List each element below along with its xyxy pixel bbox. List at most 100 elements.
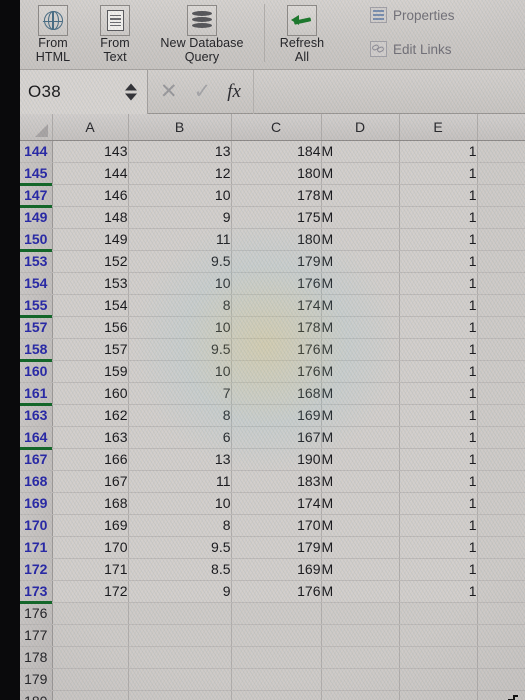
grid-cell[interactable]: 9.5 — [128, 250, 232, 273]
column-header-e[interactable]: E — [399, 114, 478, 141]
grid-cell[interactable]: 1 — [399, 228, 478, 251]
grid-cell[interactable]: 1 — [399, 250, 478, 273]
grid-cell[interactable]: 175 — [231, 206, 322, 229]
grid-cell[interactable]: 1 — [399, 492, 478, 515]
grid-cell[interactable]: M — [321, 316, 400, 339]
grid-cell[interactable] — [231, 690, 322, 700]
table-row[interactable]: 172 171 8.5 169 M 1 — [20, 558, 525, 581]
grid-cell[interactable]: 159 — [52, 360, 129, 383]
formula-input[interactable] — [252, 69, 525, 114]
grid-cell[interactable]: 176 — [231, 272, 322, 295]
row-header[interactable]: 147 — [20, 182, 53, 207]
table-row[interactable]: 170 169 8 170 M 1 — [20, 514, 525, 537]
row-header[interactable]: 149 — [20, 204, 53, 229]
grid-cell[interactable] — [399, 668, 478, 691]
row-header[interactable]: 155 — [20, 294, 53, 317]
grid-cell[interactable] — [399, 624, 478, 647]
grid-cell[interactable]: 13 — [128, 140, 232, 163]
grid-cell[interactable]: 156 — [52, 316, 129, 339]
grid-cell[interactable]: 176 — [231, 360, 322, 383]
row-header[interactable]: 169 — [20, 492, 53, 515]
grid-cell[interactable]: 148 — [52, 206, 129, 229]
grid-cell[interactable]: M — [321, 426, 400, 449]
row-header[interactable]: 168 — [20, 470, 53, 493]
grid-cell[interactable]: M — [321, 580, 400, 603]
grid-cell[interactable]: 9.5 — [128, 536, 232, 559]
row-header[interactable]: 160 — [20, 358, 53, 383]
table-row[interactable]: 157 156 10 178 M 1 — [20, 314, 525, 339]
grid-cell[interactable]: 180 — [231, 162, 322, 185]
grid-cell[interactable]: 176 — [231, 338, 322, 361]
grid-cell[interactable]: 1 — [399, 470, 478, 493]
grid-cell[interactable]: 1 — [399, 162, 478, 185]
row-header[interactable]: 180 — [20, 690, 53, 700]
grid-cell[interactable]: 143 — [52, 140, 129, 163]
grid-cell[interactable]: M — [321, 448, 400, 471]
row-header[interactable]: 158 — [20, 338, 53, 361]
grid-cell[interactable] — [477, 624, 525, 647]
grid-cell[interactable] — [477, 162, 525, 185]
grid-cell[interactable]: 160 — [52, 382, 129, 405]
grid-cell[interactable]: 1 — [399, 206, 478, 229]
grid-cell[interactable]: 178 — [231, 316, 322, 339]
enter-check-icon[interactable]: ✓ — [194, 81, 212, 102]
grid-cell[interactable]: 184 — [231, 140, 322, 163]
column-header-b[interactable]: B — [128, 114, 232, 141]
grid-cell[interactable]: 178 — [231, 184, 322, 207]
grid-cell[interactable] — [477, 184, 525, 207]
grid-cell[interactable]: 1 — [399, 448, 478, 471]
grid-cell[interactable]: M — [321, 140, 400, 163]
table-row[interactable]: 169 168 10 174 M 1 — [20, 492, 525, 515]
grid-cell[interactable] — [321, 690, 400, 700]
table-row[interactable]: 154 153 10 176 M 1 — [20, 272, 525, 295]
row-header[interactable]: 171 — [20, 536, 53, 559]
table-row[interactable]: 164 163 6 167 M 1 — [20, 426, 525, 449]
grid-cell[interactable] — [128, 624, 232, 647]
column-header-c[interactable]: C — [231, 114, 322, 141]
grid-cell[interactable] — [128, 602, 232, 625]
grid-cell[interactable] — [231, 624, 322, 647]
name-box[interactable]: O38 — [20, 69, 148, 114]
column-header-d[interactable]: D — [321, 114, 400, 141]
grid-cell[interactable]: M — [321, 184, 400, 207]
grid-cell[interactable]: 1 — [399, 360, 478, 383]
grid-cell[interactable] — [128, 690, 232, 700]
row-header[interactable]: 179 — [20, 668, 53, 691]
grid-cell[interactable] — [477, 316, 525, 339]
grid-cell[interactable]: 169 — [231, 404, 322, 427]
grid-cell[interactable] — [477, 360, 525, 383]
grid-cell[interactable]: 11 — [128, 470, 232, 493]
grid-cell[interactable]: 1 — [399, 558, 478, 581]
grid-cell[interactable]: 9.5 — [128, 338, 232, 361]
grid-cell[interactable]: 10 — [128, 492, 232, 515]
grid-cell[interactable]: 1 — [399, 514, 478, 537]
grid-cell[interactable] — [128, 668, 232, 691]
grid-cell[interactable]: 166 — [52, 448, 129, 471]
table-row[interactable]: 150 149 11 180 M 1 — [20, 228, 525, 251]
grid-cell[interactable] — [321, 646, 400, 669]
grid-cell[interactable] — [477, 294, 525, 317]
grid-cell[interactable] — [399, 602, 478, 625]
table-row[interactable]: 171 170 9.5 179 M 1 — [20, 536, 525, 559]
grid-cell[interactable]: 144 — [52, 162, 129, 185]
grid-cell[interactable]: 179 — [231, 536, 322, 559]
grid-cell[interactable] — [321, 602, 400, 625]
grid-cell[interactable]: 163 — [52, 426, 129, 449]
grid-cell[interactable]: 1 — [399, 404, 478, 427]
grid-cell[interactable] — [477, 426, 525, 449]
grid-cell[interactable]: 8.5 — [128, 558, 232, 581]
refresh-all-button[interactable]: Refresh All — [271, 0, 333, 64]
grid-cell[interactable]: M — [321, 558, 400, 581]
grid-cell[interactable]: M — [321, 382, 400, 405]
grid-cell[interactable]: 174 — [231, 492, 322, 515]
grid-cell[interactable]: 1 — [399, 426, 478, 449]
grid-cell[interactable]: 10 — [128, 184, 232, 207]
grid-cell[interactable]: 1 — [399, 382, 478, 405]
grid-cell[interactable]: M — [321, 338, 400, 361]
table-row[interactable]: 163 162 8 169 M 1 — [20, 402, 525, 427]
grid-cell[interactable]: 152 — [52, 250, 129, 273]
row-header[interactable]: 153 — [20, 248, 53, 273]
table-row[interactable]: 153 152 9.5 179 M 1 — [20, 248, 525, 273]
spinner-down-icon[interactable] — [125, 93, 137, 100]
grid-cell[interactable]: M — [321, 360, 400, 383]
